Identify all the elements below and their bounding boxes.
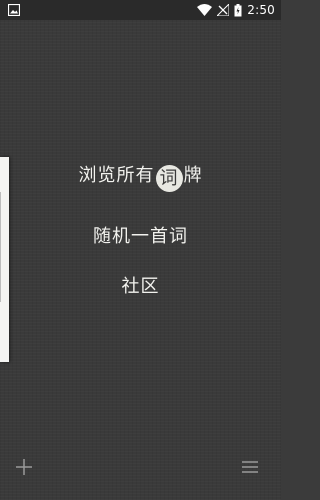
wifi-icon	[197, 4, 213, 16]
image-notification-icon	[8, 4, 20, 16]
battery-charging-icon	[234, 3, 242, 16]
browse-label-suffix: 牌	[183, 165, 203, 186]
browse-label-prefix: 浏览所有	[78, 165, 155, 186]
browse-label-highlight: 词	[155, 165, 183, 192]
community-link[interactable]: 社区	[0, 272, 281, 298]
signal-off-icon	[217, 4, 230, 16]
status-icons: 2:50	[197, 0, 275, 20]
browse-all-cipai-link[interactable]: 浏览所有词牌	[0, 161, 281, 192]
hamburger-menu-icon[interactable]	[239, 456, 261, 478]
clock-time: 2:50	[247, 3, 275, 17]
main-screen: 2:50 浏览所有词牌 随机一首词 社区	[0, 0, 281, 500]
status-bar: 2:50	[0, 0, 281, 20]
plus-icon[interactable]	[13, 456, 35, 478]
random-poem-link[interactable]: 随机一首词	[0, 222, 281, 248]
